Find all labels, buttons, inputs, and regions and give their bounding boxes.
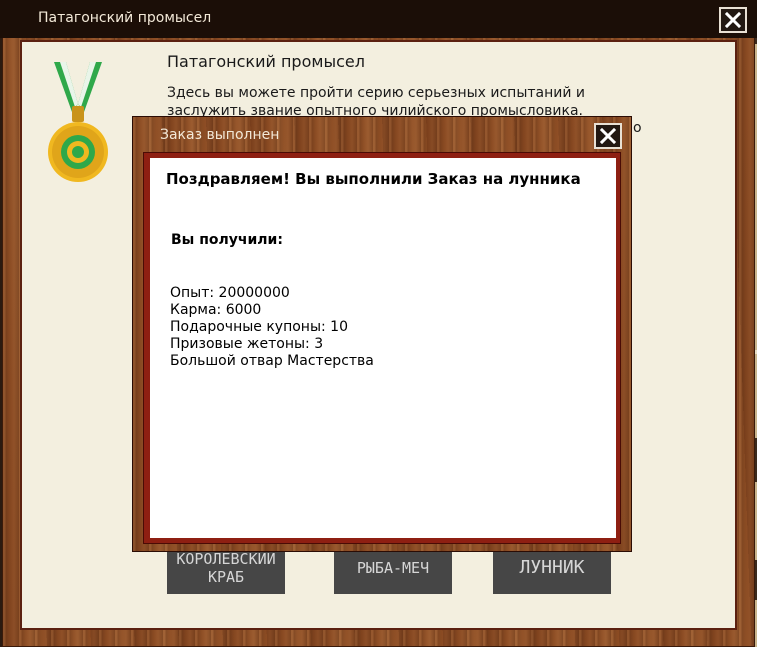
reward-item-experience: Опыт: 20000000 <box>170 285 290 301</box>
board-label: КОРОЛЕВСКИЙ КРАБ <box>176 550 276 586</box>
dialog-close-button[interactable] <box>594 123 622 149</box>
dialog-title: Заказ выполнен <box>160 127 280 143</box>
congrats-message: Поздравляем! Вы выполнили Заказ на лунни… <box>166 170 581 188</box>
main-description: Здесь вы можете пройти серию серьезных и… <box>167 85 586 119</box>
reward-item-prize-tokens: Призовые жетоны: 3 <box>170 336 324 352</box>
close-icon <box>725 12 741 28</box>
description-overflow-text: о <box>633 120 642 136</box>
reward-item-karma: Карма: 6000 <box>170 302 262 318</box>
main-window-title: Патагонский промысел <box>38 10 212 26</box>
main-heading: Патагонский промысел <box>167 52 365 71</box>
medal-icon <box>48 62 108 182</box>
close-icon <box>600 128 616 144</box>
rewards-list: Опыт: 20000000 Карма: 6000 Подарочные ку… <box>170 285 374 370</box>
board-label: РЫБА-МЕЧ <box>356 559 430 577</box>
main-close-button[interactable] <box>719 7 747 33</box>
received-label: Вы получили: <box>171 232 283 248</box>
reward-item-gift-coupons: Подарочные купоны: 10 <box>170 319 348 335</box>
main-title-bar: Патагонский промысел <box>0 0 757 38</box>
reward-item-mastery-potion: Большой отвар Мастерства <box>170 353 374 369</box>
board-label: ЛУННИК <box>519 557 585 578</box>
